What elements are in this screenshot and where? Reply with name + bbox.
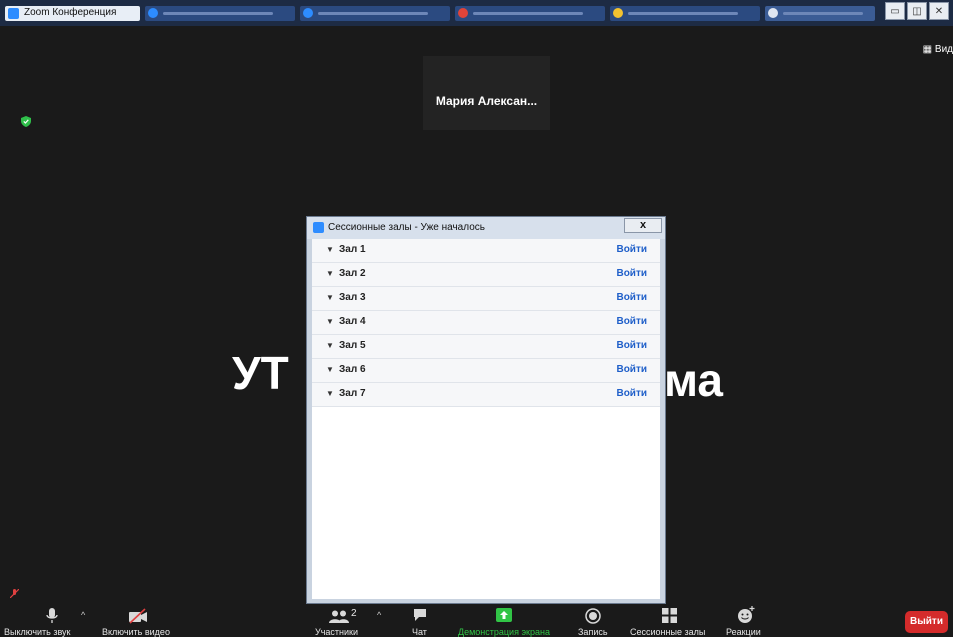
zoom-icon [8,8,19,19]
room-row[interactable]: ▼ Зал 3 Войти [312,287,660,311]
restore-icon[interactable]: ◫ [907,2,927,20]
join-room-button[interactable]: Войти [616,340,647,351]
participants-icon [329,610,349,623]
leave-meeting-button[interactable]: Выйти [905,611,948,633]
window-controls: ▭ ◫ ✕ [885,2,949,22]
chevron-down-icon[interactable]: ▼ [326,389,334,398]
speaker-video-tile[interactable]: Мария Алексан... [423,56,550,130]
taskbar-tab[interactable] [455,6,605,21]
share-screen-button[interactable]: Демонстрация экрана [455,608,555,637]
shield-icon[interactable] [21,116,31,127]
room-row[interactable]: ▼ Зал 1 Войти [312,239,660,263]
dialog-title: Сессионные залы - Уже началось [328,222,485,233]
room-row[interactable]: ▼ Зал 6 Войти [312,359,660,383]
shared-screen-text-right: ма [664,354,724,406]
video-off-icon [129,608,147,624]
shared-screen-text-left: УТ [232,347,289,399]
join-room-button[interactable]: Войти [616,316,647,327]
taskbar-tab[interactable] [145,6,295,21]
share-screen-icon [496,608,512,622]
meeting-toolbar: Выключить звук ^ Включить видео 2 Участн… [0,606,953,637]
chat-icon [414,609,426,621]
record-icon [585,608,601,624]
taskbar-tab[interactable] [610,6,760,21]
reactions-icon [738,606,755,623]
chevron-down-icon[interactable]: ▼ [326,269,334,278]
chevron-down-icon[interactable]: ▼ [326,341,334,350]
room-row[interactable]: ▼ Зал 4 Войти [312,311,660,335]
window-title: Zoom Конференция [24,7,117,18]
muted-mic-icon [10,589,19,598]
chevron-down-icon[interactable]: ▼ [326,365,334,374]
audio-options-caret[interactable]: ^ [81,610,85,620]
zoom-window-tab[interactable]: Zoom Конференция [5,6,140,21]
mute-button[interactable]: Выключить звук [0,608,92,637]
join-room-button[interactable]: Войти [616,364,647,375]
chevron-down-icon[interactable]: ▼ [326,317,334,326]
taskbar-tab[interactable] [300,6,450,21]
room-row[interactable]: ▼ Зал 7 Войти [312,383,660,407]
join-room-button[interactable]: Войти [616,388,647,399]
dialog-titlebar[interactable]: Сессионные залы - Уже началось x [307,217,665,239]
grid-icon: ▦ [922,44,933,55]
chevron-down-icon[interactable]: ▼ [326,293,334,302]
breakout-rooms-button[interactable]: Сессионные залы [625,608,715,637]
room-list: ▼ Зал 1 Войти ▼ Зал 2 Войти ▼ Зал 3 Войт… [312,239,660,599]
minimize-icon[interactable]: ▭ [885,2,905,20]
room-name: Зал 2 [339,268,366,279]
view-label: Вид [934,44,953,55]
speaker-name: Мария Алексан... [435,94,538,108]
breakout-rooms-dialog: Сессионные залы - Уже началось x ▼ Зал 1… [306,216,666,604]
dialog-close-button[interactable]: x [624,218,662,233]
participants-count: 2 [351,608,357,619]
zoom-icon [313,222,324,233]
view-button[interactable]: ▦ Вид [923,44,953,55]
microphone-icon [46,608,58,623]
room-name: Зал 7 [339,388,366,399]
join-room-button[interactable]: Войти [616,268,647,279]
room-name: Зал 3 [339,292,366,303]
room-name: Зал 6 [339,364,366,375]
room-row[interactable]: ▼ Зал 5 Войти [312,335,660,359]
chevron-down-icon[interactable]: ▼ [326,245,334,254]
room-name: Зал 1 [339,244,366,255]
participants-options-caret[interactable]: ^ [377,610,381,620]
participants-button[interactable]: 2 Участники [312,608,372,637]
join-room-button[interactable]: Войти [616,292,647,303]
reactions-button[interactable]: Реакции [722,606,772,637]
chat-button[interactable]: Чат [405,608,435,637]
room-name: Зал 4 [339,316,366,327]
taskbar-tab[interactable] [765,6,875,21]
join-room-button[interactable]: Войти [616,244,647,255]
start-video-button[interactable]: Включить видео [100,608,180,637]
room-name: Зал 5 [339,340,366,351]
breakout-rooms-icon [662,608,677,623]
record-button[interactable]: Запись [570,608,620,637]
close-icon[interactable]: ✕ [929,2,949,20]
room-row[interactable]: ▼ Зал 2 Войти [312,263,660,287]
taskbar: Zoom Конференция ▭ ◫ ✕ [0,0,953,26]
